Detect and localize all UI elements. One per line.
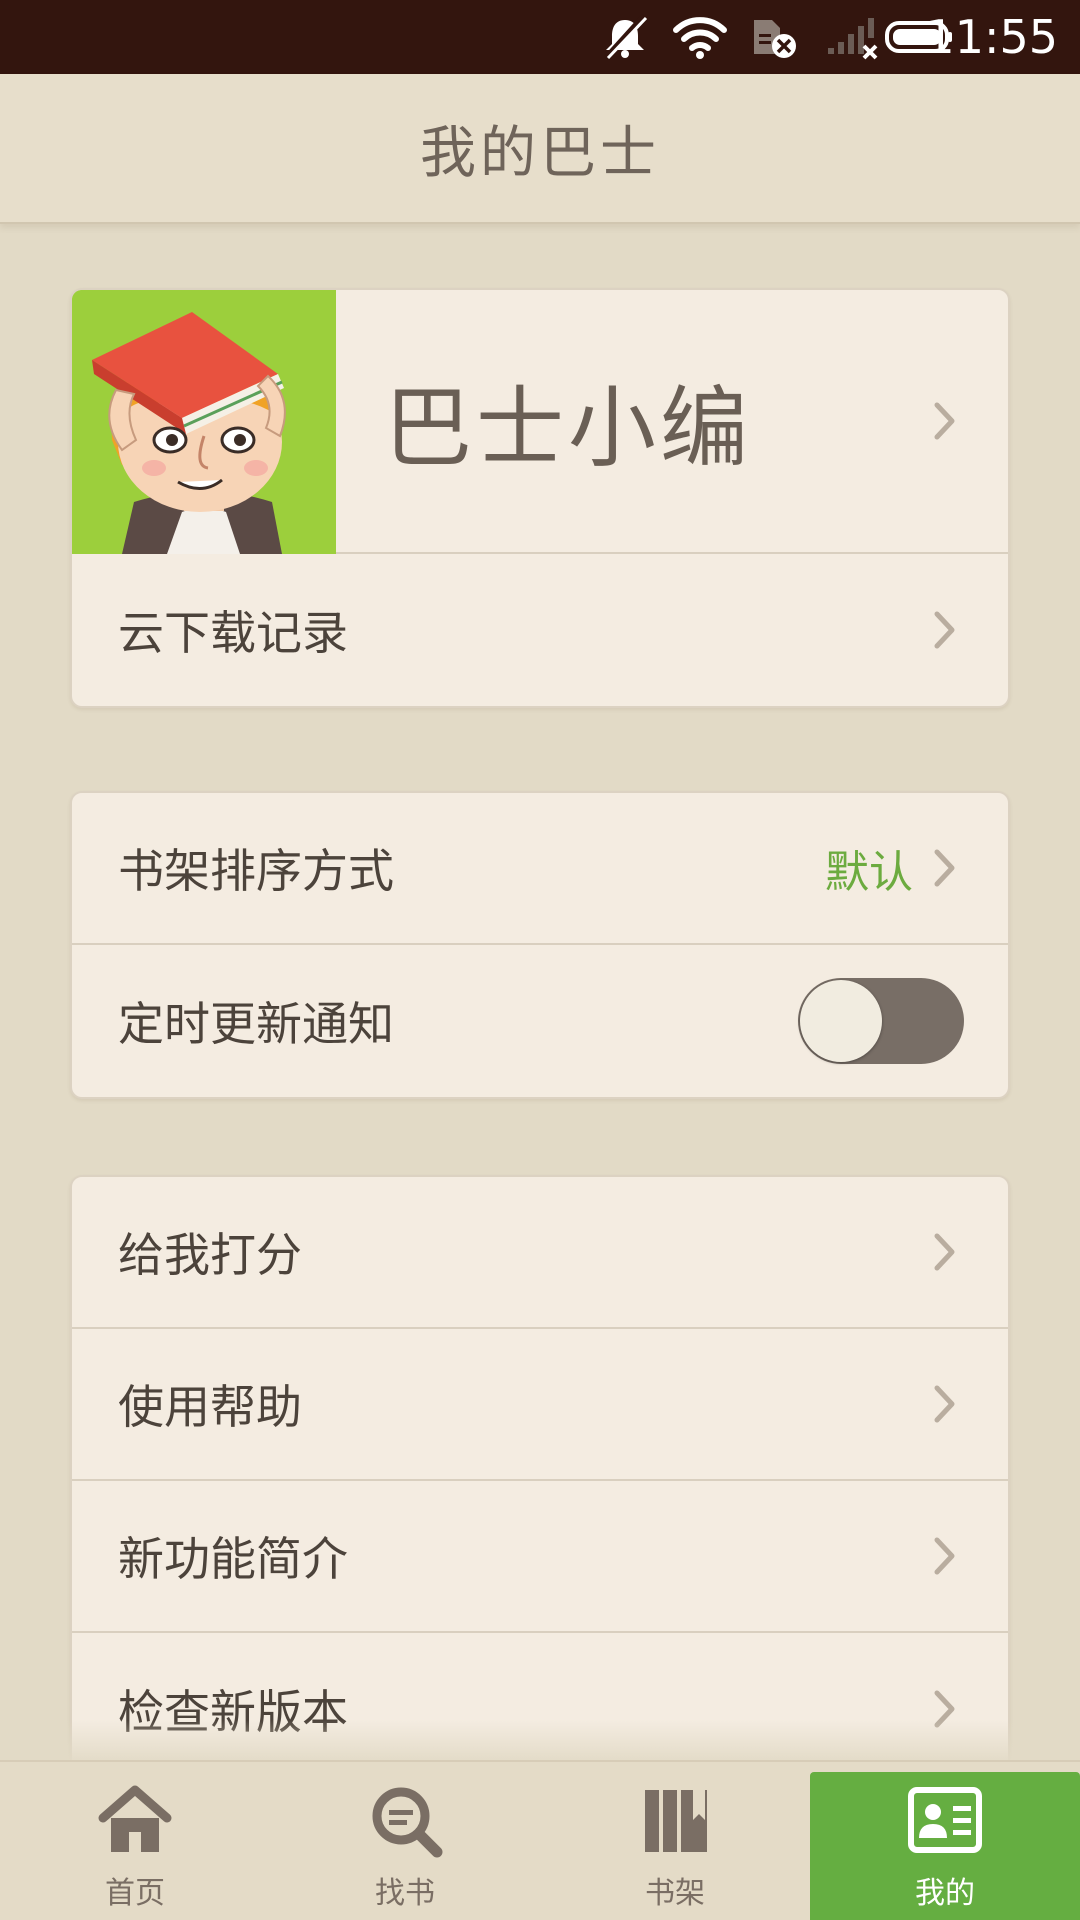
shelf-sort-value: 默认	[825, 847, 913, 898]
shelf-sort-row[interactable]: 书架排序方式 默认	[72, 793, 1008, 945]
nav-mine-label: 我的	[915, 1876, 975, 1911]
nav-mine[interactable]: 我的	[810, 1772, 1080, 1920]
cloud-download-row[interactable]: 云下载记录	[72, 554, 1008, 706]
profile-card-icon	[908, 1787, 982, 1853]
search-book-icon	[372, 1787, 443, 1858]
nav-bookshelf[interactable]: 书架	[540, 1762, 810, 1920]
title-bar: 我的巴士	[0, 74, 1080, 224]
shelf-sort-label: 书架排序方式	[118, 844, 394, 898]
home-icon	[98, 1785, 172, 1852]
chevron-right-icon	[934, 849, 955, 887]
profile-name: 巴士小编	[384, 376, 753, 480]
page-title: 我的巴士	[420, 120, 660, 186]
chevron-right-icon	[934, 1537, 955, 1575]
bottom-nav: 首页 找书 书架 我的	[0, 1760, 1080, 1920]
mute-notification-icon	[603, 14, 648, 60]
bookshelf-icon	[645, 1790, 707, 1852]
no-signal-icon	[828, 18, 878, 60]
update-notify-toggle[interactable]	[798, 978, 964, 1064]
wifi-icon	[673, 17, 727, 59]
rate-app-row[interactable]: 给我打分	[72, 1177, 1008, 1329]
profile-row[interactable]: 巴士小编	[72, 290, 1008, 554]
status-bar: 11:55	[0, 0, 1080, 74]
chevron-right-icon	[934, 1385, 955, 1423]
scroll-fade	[0, 1720, 1080, 1762]
account-card: 巴士小编 云下载记录	[70, 288, 1010, 708]
status-time: 11:55	[925, 10, 1058, 64]
screen: 11:55 我的巴士 巴士小编 云下载记录 书架排序方式 默认 定时更新通知 给…	[0, 0, 1080, 1920]
new-features-label: 新功能简介	[118, 1532, 348, 1586]
nav-bookshelf-label: 书架	[645, 1876, 705, 1911]
nav-find-book[interactable]: 找书	[270, 1762, 540, 1920]
rate-app-label: 给我打分	[118, 1228, 302, 1282]
chevron-right-icon	[934, 1233, 955, 1271]
toggle-knob	[800, 980, 882, 1062]
no-sim-icon	[754, 20, 796, 58]
info-card: 给我打分 使用帮助 新功能简介 检查新版本	[70, 1175, 1010, 1795]
chevron-right-icon	[934, 402, 955, 440]
nav-find-book-label: 找书	[375, 1876, 435, 1911]
new-features-row[interactable]: 新功能简介	[72, 1481, 1008, 1633]
nav-home[interactable]: 首页	[0, 1762, 270, 1920]
nav-home-label: 首页	[105, 1876, 165, 1911]
settings-card: 书架排序方式 默认 定时更新通知	[70, 791, 1010, 1099]
cartoon-avatar-icon	[72, 290, 336, 554]
help-row[interactable]: 使用帮助	[72, 1329, 1008, 1481]
avatar	[72, 290, 336, 554]
update-notify-label: 定时更新通知	[118, 997, 394, 1051]
help-label: 使用帮助	[118, 1380, 302, 1434]
update-notify-row: 定时更新通知	[72, 945, 1008, 1097]
cloud-download-label: 云下载记录	[118, 606, 348, 660]
chevron-right-icon	[934, 611, 955, 649]
